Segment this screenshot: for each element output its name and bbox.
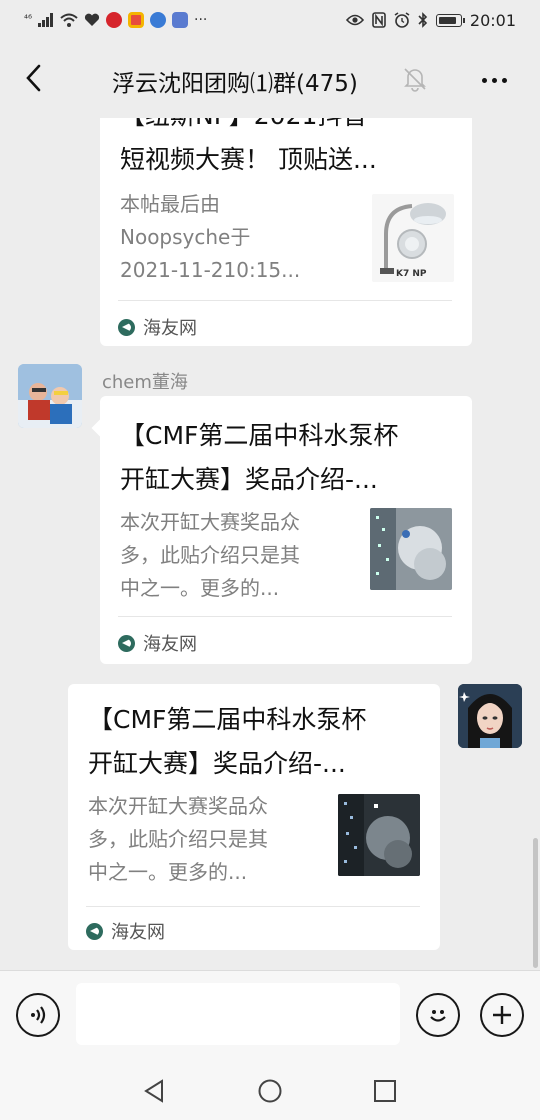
avatar[interactable] [18,364,82,428]
signal-icon [38,13,54,27]
network-type-label: ⁴⁶ [24,14,33,25]
card-title-line: 开缸大赛】奖品介绍-... [88,749,346,778]
card-desc-line: 中之一。更多的... [88,860,248,884]
system-navigation-bar [0,1062,540,1120]
aquarium-image [338,794,420,876]
message-input[interactable] [76,983,400,1045]
voice-icon [31,1006,46,1024]
lamp-product-image: K7 NP [380,203,446,279]
card-description: 本帖最后由 Noopsyche于 2021-11-210:15... [120,188,356,287]
card-title-line: 开缸大赛】奖品介绍-... [120,465,378,494]
card-title: 【纽斯NP】2021抖音 短视频大赛！ 顶贴送... [120,118,460,182]
red-app-icon [128,12,145,28]
source-label: 海友网 [143,634,197,655]
nfc-icon [372,12,386,28]
card-desc-line: 多，此贴介绍只是其 [120,543,300,567]
card-title-line: 【CMF第二届中科水泵杯 [88,705,367,734]
clock: 20:01 [469,10,516,30]
message-list[interactable]: 【纽斯NP】2021抖音 短视频大赛！ 顶贴送... 本帖最后由 Noopsyc… [0,118,540,970]
source-logo-icon [118,318,135,336]
heart-app-icon [84,13,100,26]
card-title: 【CMF第二届中科水泵杯 开缸大赛】奖品介绍-... [88,698,428,786]
ellipsis-dot [491,77,497,83]
bluetooth-icon [418,12,428,28]
status-bar: ⁴⁶ ··· 20:01 [0,0,540,40]
card-thumbnail [370,508,452,590]
voice-button[interactable] [16,993,60,1037]
ellipsis-dot [501,77,507,83]
more-notifications-icon: ··· [194,12,208,28]
chat-title: 浮云沈阳团购⑴群(475) [112,71,358,97]
illustrated-girl-avatar-image [458,684,522,748]
eye-icon [345,14,364,26]
sender-name: chem董海 [102,372,188,393]
status-right: 20:01 [345,8,516,32]
circle-home-icon[interactable] [257,1078,283,1104]
input-bar [0,970,540,1062]
ellipsis-icon [481,77,487,83]
battery-icon [435,13,465,27]
back-button[interactable] [14,58,54,98]
card-title-line: 【纽斯NP】2021抖音 [120,118,460,138]
card-desc-line: 2021-11-210:15... [120,258,301,282]
link-card[interactable]: 【CMF第二届中科水泵杯 开缸大赛】奖品介绍-... 本次开缸大赛奖品众 多，此… [100,396,472,664]
scrollbar[interactable] [533,838,538,968]
card-description: 本次开缸大赛奖品众 多，此贴介绍只是其 中之一。更多的... [120,506,356,605]
plus-icon [493,1006,511,1024]
source-logo-icon [86,922,103,940]
aquarium-image [370,508,452,590]
more-button[interactable] [474,60,514,100]
card-title-line: 短视频大赛！ 顶贴送... [120,145,377,174]
card-description: 本次开缸大赛奖品众 多，此贴介绍只是其 中之一。更多的... [88,790,324,889]
status-left: ⁴⁶ ··· [24,8,207,32]
card-desc-line: 中之一。更多的... [120,576,280,600]
emoji-button[interactable] [416,993,460,1037]
source-label: 海友网 [111,922,165,943]
plus-button[interactable] [480,993,524,1037]
music-app-icon [150,12,167,28]
card-desc-line: Noopsyche于 [120,225,251,249]
alarm-icon [394,12,410,28]
chat-header: 浮云沈阳团购⑴群(475) [0,40,540,118]
emoji-icon [430,1010,446,1022]
source-logo-icon [118,634,135,652]
card-thumbnail [338,794,420,876]
source-label: 海友网 [143,318,197,339]
blue-app-icon [172,12,189,28]
card-source: 海友网 [118,630,197,656]
card-desc-line: 本帖最后由 [120,192,220,216]
card-divider [86,906,420,907]
skiers-avatar-image [18,364,82,428]
card-desc-line: 本次开缸大赛奖品众 [120,510,300,534]
card-source: 海友网 [118,314,197,340]
chevron-left-icon [26,64,41,92]
card-divider [118,300,452,301]
triangle-back-icon[interactable] [142,1078,168,1104]
card-desc-line: 本次开缸大赛奖品众 [88,794,268,818]
bell-muted-icon [404,68,426,92]
avatar[interactable] [458,684,522,748]
mcdonalds-app-icon [106,12,123,28]
card-title: 【CMF第二届中科水泵杯 开缸大赛】奖品介绍-... [120,414,460,502]
wifi-icon [60,13,78,27]
card-thumbnail: K7 NP [372,194,454,282]
thumb-brand-text: K7 NP [396,269,427,279]
link-card[interactable]: 【纽斯NP】2021抖音 短视频大赛！ 顶贴送... 本帖最后由 Noopsyc… [100,118,472,346]
link-card[interactable]: 【CMF第二届中科水泵杯 开缸大赛】奖品介绍-... 本次开缸大赛奖品众 多，此… [68,684,440,950]
card-desc-line: 多，此贴介绍只是其 [88,827,268,851]
square-recent-icon[interactable] [372,1078,398,1104]
card-title-line: 【CMF第二届中科水泵杯 [120,421,399,450]
card-divider [118,616,452,617]
card-source: 海友网 [86,918,165,944]
